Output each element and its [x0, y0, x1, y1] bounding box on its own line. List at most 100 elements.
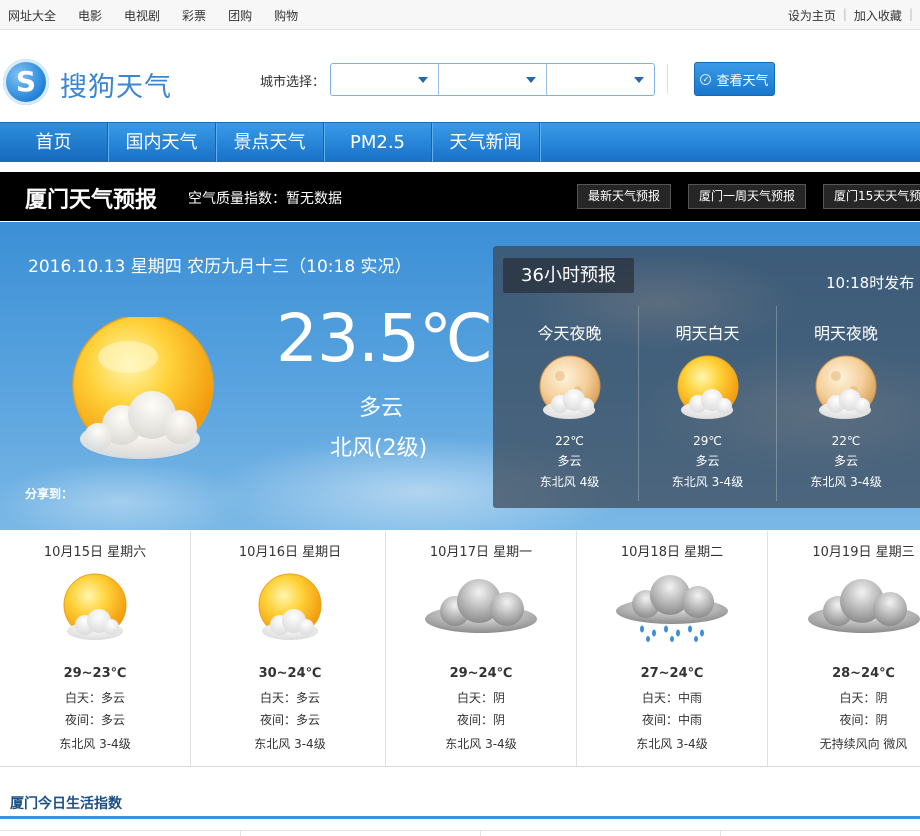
forecast-day: 10月18日 星期二 27~24℃ 白天：中雨 夜间：中雨 东北风 3-4级 [577, 531, 768, 767]
logo-text[interactable]: 搜狗天气 [60, 65, 172, 104]
top-links-right: 设为主页 | 加入收藏 | 意 [788, 7, 920, 24]
latest-forecast-button[interactable]: 最新天气预报 [577, 184, 672, 209]
header: 搜狗天气 城市选择： ✓ 查看天气 [0, 31, 920, 121]
forecast-day: 10月19日 星期三 28~24℃ 白天：阴 夜间：阴 无持续风向 微风 [768, 531, 920, 767]
city-select-label: 城市选择： [260, 75, 326, 90]
query-weather-button[interactable]: ✓ 查看天气 [694, 62, 775, 96]
current-date: 2016.10.13 星期四 农历九月十三（10:18 实况） [28, 257, 412, 277]
current-temperature: 23.5℃ [276, 300, 493, 377]
forecast-wind: 东北风 3-4级 [59, 737, 131, 751]
forecast-36h-period: 明天白天 29℃ 多云 东北风 3-4级 [639, 306, 777, 501]
forecast-temperature: 29~24℃ [449, 666, 513, 681]
nav-item-pm25[interactable]: PM2.5 [324, 123, 432, 162]
fifteen-day-forecast-button[interactable]: 厦门15天天气预 [823, 184, 920, 209]
daily-forecast: 10月15日 星期六 29~23℃ 白天：多云 夜间：多云 东北风 3-4级 1… [0, 531, 920, 767]
forecast-day-condition: 白天：多云 [64, 691, 125, 705]
section-underline [0, 816, 920, 819]
current-weather-hero: 2016.10.13 星期四 农历九月十三（10:18 实况） 23.5℃ 多云… [0, 222, 920, 530]
forecast-day-condition: 白天：阴 [839, 691, 888, 705]
forecast-day-condition: 白天：中雨 [641, 691, 702, 705]
forecast-36h-period: 明天夜晚 22℃ 多云 东北风 3-4级 [777, 306, 915, 501]
rain-icon [616, 575, 728, 642]
period-temperature: 22℃ [831, 434, 861, 448]
city-select-group [330, 63, 655, 96]
current-condition: 多云 [358, 396, 403, 421]
sun-cloud-icon [258, 573, 322, 640]
top-link[interactable]: 电影 [78, 7, 102, 24]
forecast-day: 10月16日 星期日 30~24℃ 白天：多云 夜间：多云 东北风 3-4级 [195, 531, 386, 767]
add-favorite-link[interactable]: 加入收藏 [854, 7, 902, 24]
forecast-date: 10月19日 星期三 [812, 545, 915, 560]
period-label: 今天夜晚 [537, 324, 602, 343]
dropdown-arrow-icon [526, 77, 536, 83]
top-links-left: 网址大全 电影 电视剧 彩票 团购 购物 [8, 7, 320, 24]
set-homepage-link[interactable]: 设为主页 [788, 7, 836, 24]
city-select[interactable] [439, 64, 547, 95]
current-wind: 北风(2级) [330, 436, 428, 461]
period-condition: 多云 [833, 454, 858, 468]
forecast-night-condition: 夜间：阴 [839, 713, 888, 727]
forecast-night-condition: 夜间：多云 [259, 713, 320, 727]
forecast-date: 10月15日 星期六 [43, 545, 147, 560]
period-wind: 东北风 3-4级 [810, 475, 882, 489]
top-link[interactable]: 电视剧 [124, 7, 160, 24]
nav-item-news[interactable]: 天气新闻 [432, 123, 540, 162]
separator: | [908, 7, 913, 21]
forecast-36h-panel: 36小时预报 10:18时发布 今天夜晚 22℃ 多云 东北风 4级 明天白天 … [493, 246, 920, 508]
period-wind: 东北风 3-4级 [671, 475, 744, 489]
forecast-day: 10月15日 星期六 29~23℃ 白天：多云 夜间：多云 东北风 3-4级 [0, 531, 191, 767]
forecast-night-condition: 夜间：中雨 [641, 713, 702, 727]
period-label: 明天白天 [675, 324, 740, 343]
forecast-day: 10月17日 星期一 29~24℃ 白天：阴 夜间：阴 东北风 3-4级 [386, 531, 577, 767]
period-label: 明天夜晚 [813, 324, 878, 343]
overcast-icon [425, 579, 537, 633]
separator: | [842, 7, 847, 21]
moon-cloud-icon [539, 355, 600, 419]
period-condition: 多云 [557, 454, 582, 468]
divider [667, 64, 668, 94]
sogou-logo-icon[interactable] [3, 59, 49, 105]
province-select[interactable] [331, 64, 439, 95]
forecast-36h-period: 今天夜晚 22℃ 多云 东北风 4级 [501, 306, 639, 501]
top-link[interactable]: 购物 [274, 7, 298, 24]
top-link[interactable]: 彩票 [182, 7, 206, 24]
top-link-bar: 网址大全 电影 电视剧 彩票 团购 购物 设为主页 | 加入收藏 | 意 [0, 0, 920, 30]
forecast-day-condition: 白天：阴 [456, 691, 505, 705]
forecast-temperature: 30~24℃ [258, 666, 322, 681]
forecast-date: 10月17日 星期一 [429, 545, 533, 560]
publish-time: 10:18时发布 [826, 274, 915, 292]
week-forecast-button[interactable]: 厦门一周天气预报 [688, 184, 807, 209]
nav-item-home[interactable]: 首页 [0, 123, 108, 162]
nav-item-domestic[interactable]: 国内天气 [108, 123, 216, 162]
top-link[interactable]: 团购 [228, 7, 252, 24]
city-title-bar: 厦门天气预报 空气质量指数：暂无数据 最新天气预报 厦门一周天气预报 厦门15天… [0, 172, 920, 221]
life-index-section: 厦门今日生活指数 [0, 768, 920, 836]
sun-cloud-icon [72, 317, 214, 459]
moon-cloud-icon [815, 355, 877, 419]
forecast-wind: 东北风 3-4级 [445, 737, 517, 751]
overcast-icon [807, 579, 920, 633]
dropdown-arrow-icon [418, 77, 428, 83]
top-link[interactable]: 网址大全 [8, 7, 56, 24]
period-temperature: 22℃ [555, 434, 584, 448]
forecast-temperature: 29~23℃ [63, 666, 127, 681]
sun-cloud-icon [63, 573, 127, 640]
air-quality-index: 空气质量指数：暂无数据 [188, 191, 342, 207]
life-index-title: 厦门今日生活指数 [10, 796, 122, 812]
dropdown-arrow-icon [634, 77, 644, 83]
forecast-temperature: 27~24℃ [640, 666, 704, 681]
period-wind: 东北风 4级 [539, 475, 600, 489]
sun-cloud-icon [677, 355, 738, 419]
forecast-36h-title: 36小时预报 [503, 258, 634, 293]
query-weather-label: 查看天气 [716, 73, 769, 89]
forecast-night-condition: 夜间：多云 [64, 713, 125, 727]
share-label: 分享到： [25, 487, 74, 501]
forecast-date: 10月16日 星期日 [238, 545, 342, 560]
forecast-date: 10月18日 星期二 [620, 545, 724, 560]
check-icon: ✓ [700, 73, 712, 85]
period-condition: 多云 [695, 454, 720, 468]
forecast-day-condition: 白天：多云 [259, 691, 320, 705]
district-select[interactable] [547, 64, 654, 95]
nav-item-scenic[interactable]: 景点天气 [216, 123, 324, 162]
forecast-wind: 东北风 3-4级 [636, 737, 708, 751]
